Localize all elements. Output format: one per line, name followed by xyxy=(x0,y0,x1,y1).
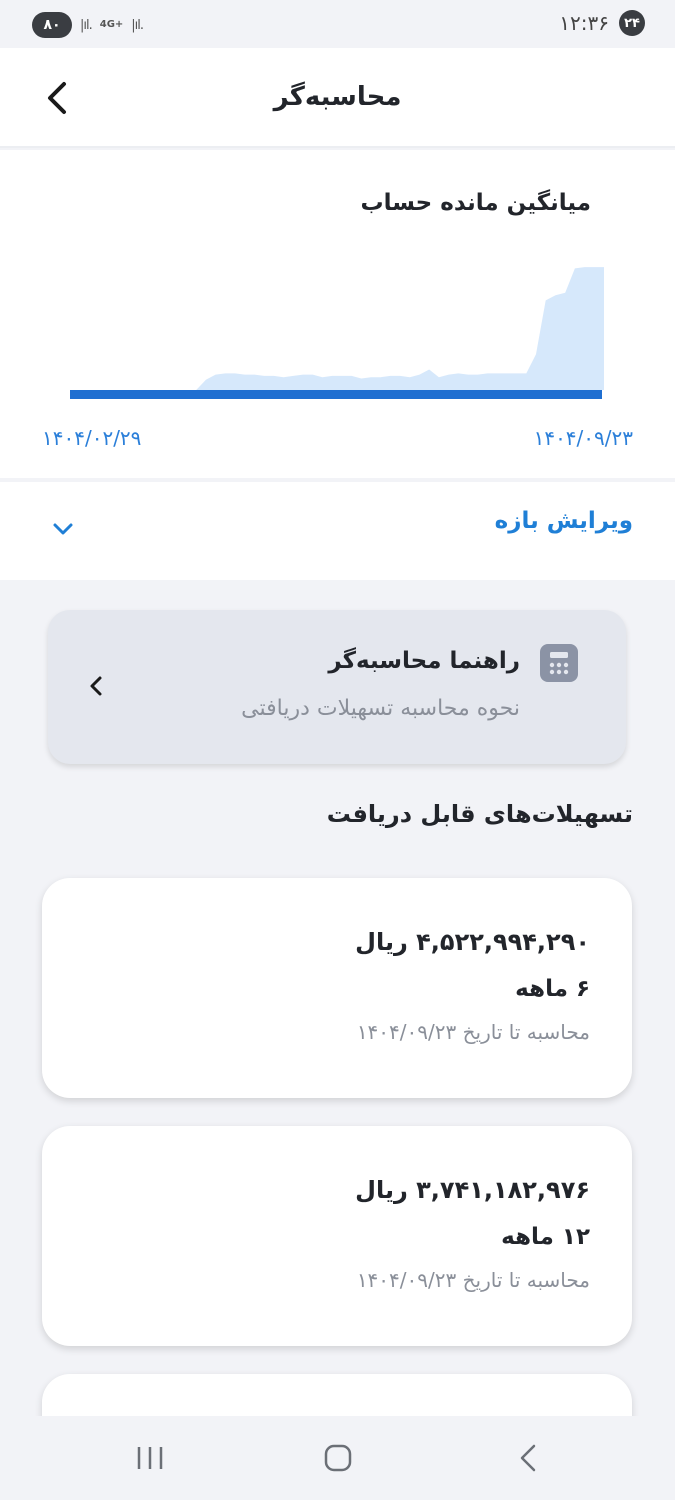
chart-start-date: ۱۴۰۴/۰۲/۲۹ xyxy=(42,426,142,450)
loan-term: ۱۲ ماهه xyxy=(501,1224,590,1250)
signal-icon-2: |ıl. xyxy=(131,17,144,33)
home-icon xyxy=(324,1444,352,1472)
network-type: 4G+ xyxy=(99,19,124,30)
loan-amount: ۴,۵۲۲,۹۹۴,۲۹۰ ریال xyxy=(355,928,590,956)
signal-icon: |ıl. xyxy=(80,17,93,33)
loan-calc-date: محاسبه تا تاریخ ۱۴۰۴/۰۹/۲۳ xyxy=(356,1020,590,1044)
loan-card[interactable]: ۳,۷۴۱,۱۸۲,۹۷۶ ریال ۱۲ ماهه محاسبه تا تار… xyxy=(42,1126,632,1346)
balance-chart-card: میانگین مانده حساب ۱۴۰۴/۰۲/۲۹ ۱۴۰۴/۰۹/۲۳ xyxy=(0,150,675,478)
chevron-down-icon xyxy=(53,523,73,535)
clock: ۱۲:۳۶ xyxy=(559,11,609,35)
guide-title: راهنما محاسبه‌گر xyxy=(328,648,520,674)
status-right: ۱۲:۳۶ ۲۴ xyxy=(559,10,645,36)
chart-end-date: ۱۴۰۴/۰۹/۲۳ xyxy=(533,426,633,450)
recent-apps-icon xyxy=(137,1447,163,1469)
loan-calc-date: محاسبه تا تاریخ ۱۴۰۴/۰۹/۲۳ xyxy=(356,1268,590,1292)
back-nav-button[interactable] xyxy=(504,1438,552,1478)
notification-badge: ۲۴ xyxy=(619,10,645,36)
battery-indicator: ۸۰ xyxy=(32,12,72,38)
section-title: تسهیلات‌های قابل دریافت xyxy=(326,800,633,828)
recent-apps-button[interactable] xyxy=(126,1438,174,1478)
loan-term: ۶ ماهه xyxy=(515,976,590,1002)
status-left: ۸۰ |ıl. 4G+ |ıl. xyxy=(32,12,144,38)
edit-range-label: ویرایش بازه xyxy=(494,508,633,534)
chart-baseline xyxy=(70,390,602,399)
back-nav-icon xyxy=(520,1444,536,1472)
page-title: محاسبه‌گر xyxy=(273,82,402,112)
edit-range-row[interactable]: ویرایش بازه xyxy=(0,482,675,580)
guide-subtitle: نحوه محاسبه تسهیلات دریافتی xyxy=(241,696,520,721)
calculator-guide-card[interactable]: راهنما محاسبه‌گر نحوه محاسبه تسهیلات دری… xyxy=(48,610,626,764)
home-button[interactable] xyxy=(314,1438,362,1478)
calculator-icon xyxy=(540,644,578,682)
system-nav-bar xyxy=(0,1416,675,1500)
status-bar: ۸۰ |ıl. 4G+ |ıl. ۱۲:۳۶ ۲۴ xyxy=(0,0,675,48)
loan-card[interactable]: ۴,۵۲۲,۹۹۴,۲۹۰ ریال ۶ ماهه محاسبه تا تاری… xyxy=(42,878,632,1098)
loan-amount: ۳,۷۴۱,۱۸۲,۹۷۶ ریال xyxy=(355,1176,590,1204)
top-app-bar: محاسبه‌گر xyxy=(0,48,675,148)
chevron-left-icon xyxy=(90,676,102,696)
chart-area-series xyxy=(70,267,604,390)
